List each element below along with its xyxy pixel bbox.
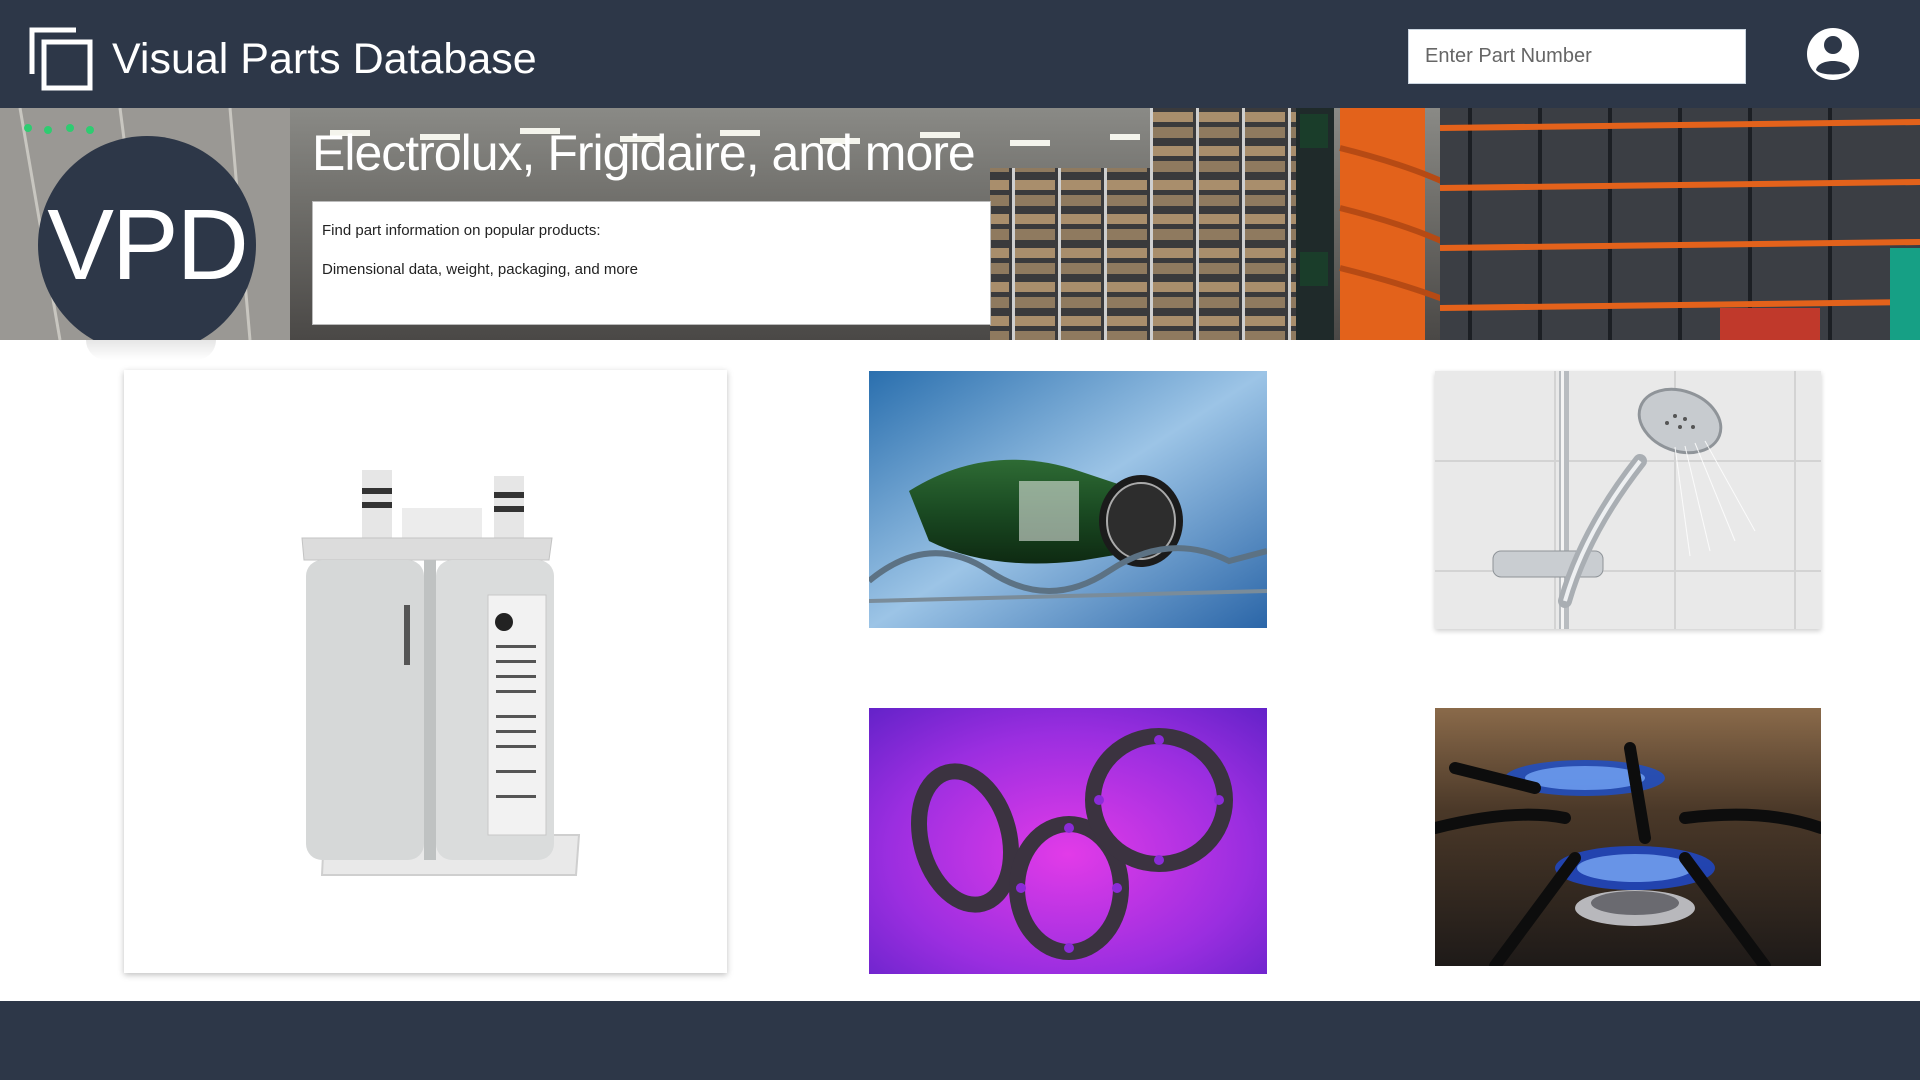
top-header-bar: Visual Parts Database bbox=[0, 0, 1920, 108]
gas-stove-burner-image bbox=[1435, 708, 1821, 966]
footer-bar bbox=[0, 1001, 1920, 1080]
part-number-search-input[interactable] bbox=[1408, 29, 1746, 84]
hero-title: Electrolux, Frigidaire, and more bbox=[312, 125, 976, 181]
hero-description-line: Find part information on popular product… bbox=[322, 222, 601, 239]
hero-description-box: Find part information on popular product… bbox=[312, 201, 991, 325]
water-filter-image bbox=[124, 370, 727, 973]
shower-head-image bbox=[1435, 371, 1821, 629]
hero-banner: VPD Electrolux, Frigidaire, and more Fin… bbox=[0, 108, 1920, 340]
product-tile-gaskets[interactable] bbox=[869, 708, 1267, 974]
copy-icon[interactable] bbox=[28, 26, 94, 92]
product-tile-shower-head[interactable] bbox=[1435, 371, 1821, 629]
app-title[interactable]: Visual Parts Database bbox=[112, 32, 537, 86]
vpd-logo-badge: VPD bbox=[38, 136, 256, 340]
product-tile-gas-stove[interactable] bbox=[1435, 708, 1821, 966]
product-tile-water-filter[interactable] bbox=[124, 370, 727, 973]
user-account-icon[interactable] bbox=[1806, 26, 1860, 82]
hero-description-line: Dimensional data, weight, packaging, and… bbox=[322, 261, 639, 278]
bottle-in-fridge-rack-image bbox=[869, 371, 1267, 628]
badge-shadow bbox=[86, 340, 216, 360]
rubber-gaskets-image bbox=[869, 708, 1267, 974]
product-tile-bottle[interactable] bbox=[869, 371, 1267, 628]
